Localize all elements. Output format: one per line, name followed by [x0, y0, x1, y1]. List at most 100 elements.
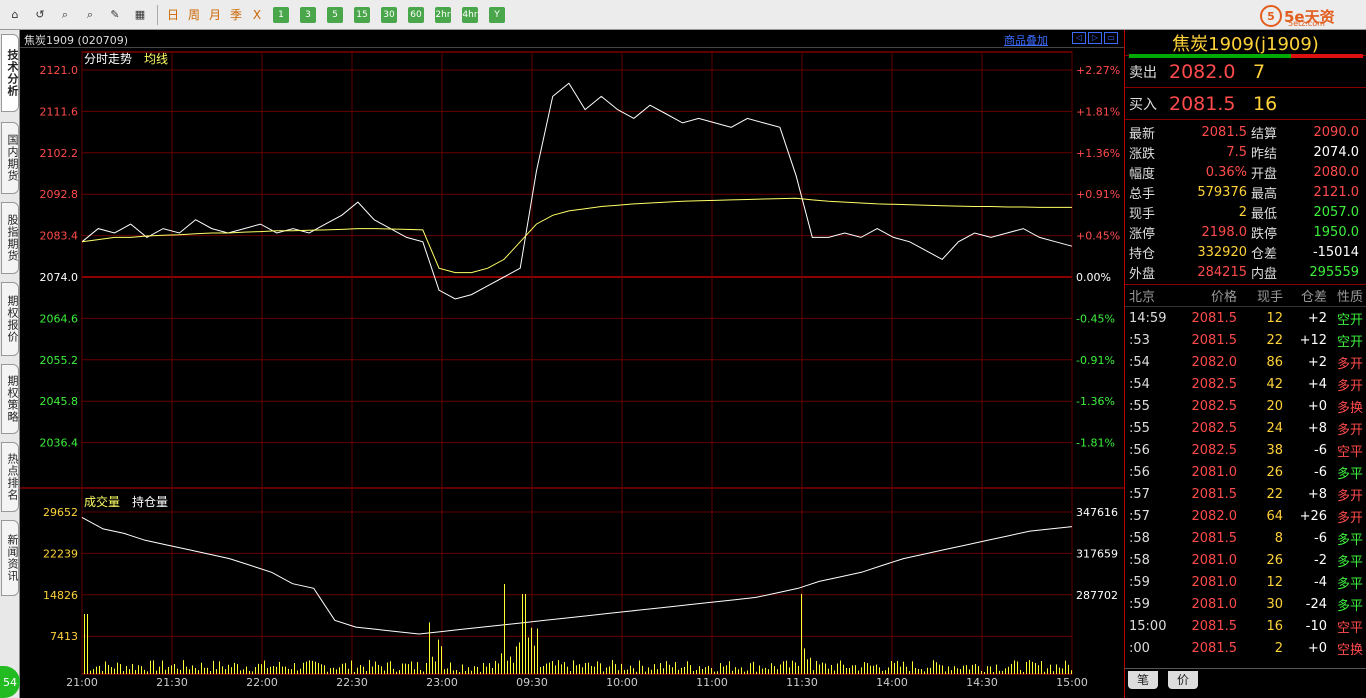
volume-bar: [291, 669, 292, 674]
volume-bar: [738, 669, 739, 674]
period-button-6[interactable]: 3: [300, 6, 316, 23]
period-button-4[interactable]: X: [248, 4, 266, 26]
volume-bar: [369, 660, 370, 674]
legend-volume: 成交量: [84, 494, 120, 509]
stat-value: -15014: [1312, 244, 1359, 260]
toolbar-button-2[interactable]: ⌕: [54, 4, 76, 26]
volume-bar: [762, 668, 763, 674]
tick-row[interactable]: :58 2081.5 8 -6 多平: [1125, 527, 1366, 549]
tick-row[interactable]: :57 2081.5 22 +8 多开: [1125, 483, 1366, 505]
toolbar-button-5[interactable]: ▦: [129, 4, 151, 26]
volume-bar: [795, 662, 796, 674]
side-tab-2[interactable]: 股指期货: [1, 202, 19, 274]
volume-bar: [447, 668, 448, 674]
volume-bar: [480, 671, 481, 674]
volume-bar: [105, 661, 106, 674]
side-tab-6[interactable]: 新闻资讯: [1, 520, 19, 596]
period-button-5[interactable]: 1: [273, 6, 289, 23]
period-button-10[interactable]: 60: [408, 6, 424, 23]
intraday-chart[interactable]: 2121.0 +2.27% 2111.6 +1.81% 2102.2 +1.36% 2092…: [20, 48, 1124, 698]
volume-bar: [675, 662, 676, 674]
tick-row[interactable]: :59 2081.0 30 -24 多平: [1125, 593, 1366, 615]
volume-bar: [717, 671, 718, 674]
bottom-tab-1[interactable]: 价: [1168, 671, 1198, 689]
tick-row[interactable]: :55 2082.5 24 +8 多开: [1125, 417, 1366, 439]
side-tab-0[interactable]: 技术分析: [1, 34, 19, 112]
tick-row[interactable]: :55 2082.5 20 +0 多换: [1125, 395, 1366, 417]
prev-icon[interactable]: ◁: [1072, 32, 1086, 44]
tick-row[interactable]: 14:59 2081.5 12 +2 空开: [1125, 307, 1366, 329]
volume-bar: [228, 664, 229, 674]
volume-bar: [681, 667, 682, 674]
side-tab-3[interactable]: 期权报价: [1, 282, 19, 356]
period-button-8[interactable]: 15: [354, 6, 370, 23]
time-tick: 11:30: [786, 676, 818, 689]
toolbar-button-1[interactable]: ↺: [29, 4, 51, 26]
time-tick: 11:00: [696, 676, 728, 689]
ticks-list[interactable]: 14:59 2081.5 12 +2 空开:53 2081.5 22 +12 空开:54 2082…: [1125, 307, 1366, 659]
tick-row[interactable]: :57 2082.0 64 +26 多开: [1125, 505, 1366, 527]
period-button-9[interactable]: 30: [381, 6, 397, 23]
toolbar-button-0[interactable]: ⌂: [4, 4, 26, 26]
volume-bar: [663, 668, 664, 674]
stat-label: 现手: [1129, 206, 1156, 222]
volume-bar: [183, 660, 184, 674]
side-tab-1[interactable]: 国内期货: [1, 122, 19, 194]
period-button-7[interactable]: 5: [327, 6, 343, 23]
volume-bar: [468, 667, 469, 674]
volume-bar: [360, 664, 361, 674]
tick-oi-change: -6: [1314, 442, 1327, 458]
volume-bar: [498, 663, 499, 674]
bottom-tab-0[interactable]: 笔: [1128, 671, 1158, 689]
volume-bar: [702, 668, 703, 674]
tick-oi-change: -6: [1314, 530, 1327, 546]
volume-bar: [189, 669, 190, 674]
expand-icon[interactable]: ▭: [1104, 32, 1118, 44]
tick-time: :57: [1129, 508, 1150, 524]
tick-row[interactable]: :56 2081.0 26 -6 多平: [1125, 461, 1366, 483]
volume-bar: [432, 656, 433, 674]
volume-bar: [810, 657, 811, 674]
tick-row[interactable]: :59 2081.0 12 -4 多平: [1125, 571, 1366, 593]
volume-bar: [351, 660, 352, 674]
next-icon[interactable]: ▷: [1088, 32, 1102, 44]
period-button-0[interactable]: 日: [164, 4, 182, 26]
period-button-1[interactable]: 周: [185, 4, 203, 26]
tick-oi-change: +0: [1307, 640, 1327, 656]
side-tab-5[interactable]: 热点排名: [1, 442, 19, 512]
volume-bar: [966, 665, 967, 674]
tick-row[interactable]: :56 2082.5 38 -6 空平: [1125, 439, 1366, 461]
volume-bar: [570, 671, 571, 674]
tick-oi-change: -24: [1305, 596, 1327, 612]
tick-time: :59: [1129, 574, 1150, 590]
side-tab-4[interactable]: 期权策略: [1, 364, 19, 434]
overlay-link[interactable]: 商品叠加: [1004, 32, 1048, 48]
volume-bar: [786, 660, 787, 674]
period-button-12[interactable]: 4hr: [462, 6, 478, 23]
period-button-3[interactable]: 季: [227, 4, 245, 26]
volume-bar: [687, 661, 688, 674]
volume-bar: [828, 668, 829, 674]
tick-row[interactable]: :54 2082.5 42 +4 多开: [1125, 373, 1366, 395]
tick-row[interactable]: :54 2082.0 86 +2 多开: [1125, 351, 1366, 373]
tick-time: :59: [1129, 596, 1150, 612]
tick-row[interactable]: :00 2081.5 2 +0 空换: [1125, 637, 1366, 659]
period-button-13[interactable]: Y: [489, 6, 505, 23]
tick-row[interactable]: 15:00 2081.5 16 -10 空平: [1125, 615, 1366, 637]
tick-row[interactable]: :58 2081.0 26 -2 多平: [1125, 549, 1366, 571]
toolbar-button-3[interactable]: ⌕: [79, 4, 101, 26]
tick-time: :58: [1129, 552, 1150, 568]
volume-bar: [744, 671, 745, 674]
tick-row[interactable]: :53 2081.5 22 +12 空开: [1125, 329, 1366, 351]
period-button-2[interactable]: 月: [206, 4, 224, 26]
volume-bar: [1017, 661, 1018, 674]
volume-bar: [225, 669, 226, 674]
tick-time: :55: [1129, 398, 1150, 414]
toolbar-button-4[interactable]: ✎: [104, 4, 126, 26]
time-tick: 09:30: [516, 676, 548, 689]
volume-bar: [261, 664, 262, 674]
side-tabs: 技术分析国内期货股指期货期权报价期权策略热点排名新闻资讯: [0, 30, 20, 698]
volume-bar: [921, 669, 922, 674]
period-button-11[interactable]: 2hr: [435, 6, 451, 23]
volume-bar: [537, 628, 538, 674]
